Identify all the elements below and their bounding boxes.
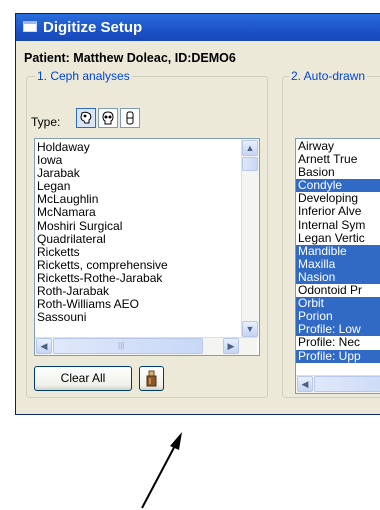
annotation-arrow: [141, 432, 182, 509]
